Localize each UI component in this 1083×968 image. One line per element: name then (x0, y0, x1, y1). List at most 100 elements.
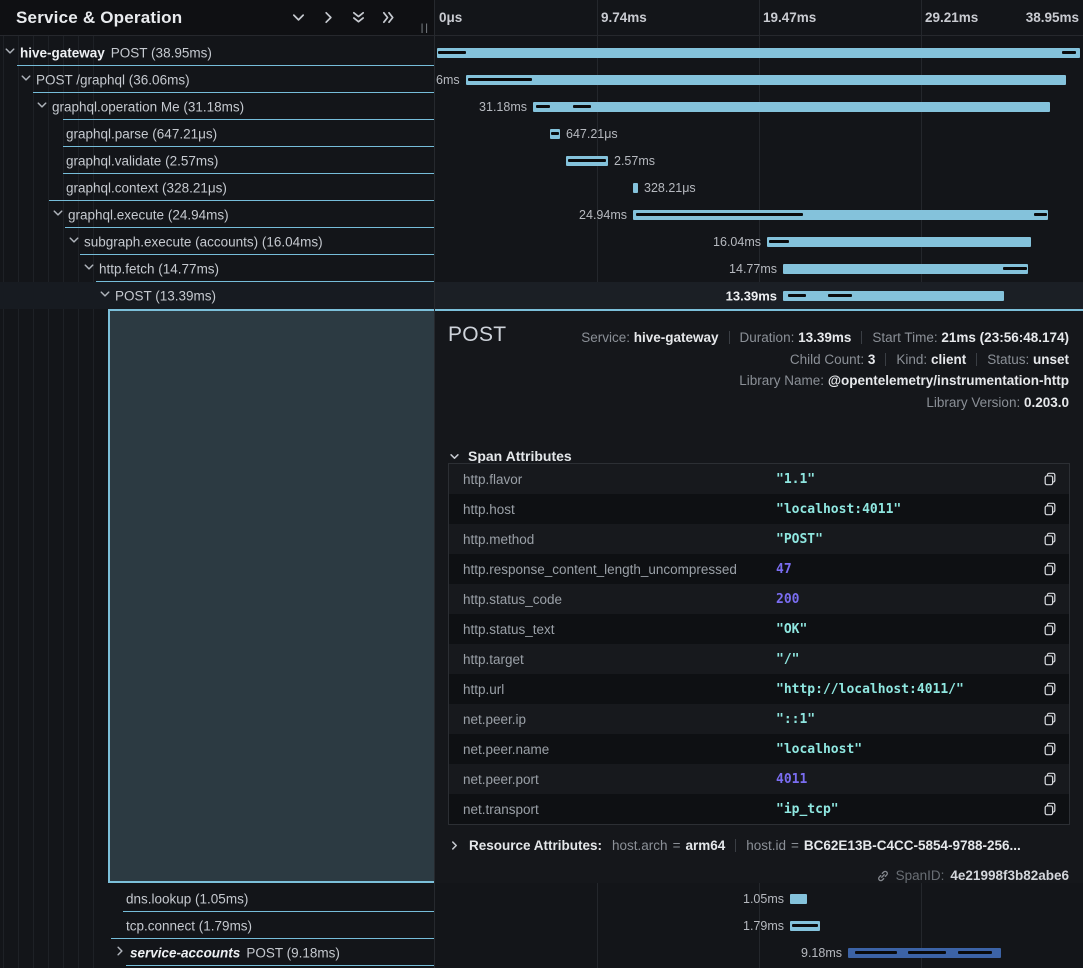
copy-icon (1043, 592, 1057, 607)
expand-one-icon[interactable] (321, 10, 336, 25)
tree-row[interactable]: graphql.operation Me (31.18ms) (0, 93, 434, 120)
copy-value-button[interactable] (1043, 802, 1057, 817)
chevron-down-icon[interactable] (36, 99, 48, 111)
copy-value-button[interactable] (1043, 712, 1057, 727)
tree-row-chevron[interactable] (83, 260, 95, 278)
attribute-row[interactable]: net.transport"ip_tcp" (449, 794, 1069, 824)
attribute-row[interactable]: http.target"/" (449, 644, 1069, 674)
span-bar[interactable] (566, 156, 608, 166)
ruler-tick-label: 29.21ms (925, 0, 978, 35)
tree-row-chevron[interactable] (99, 287, 111, 305)
attribute-row[interactable]: http.method"POST" (449, 524, 1069, 554)
span-bar[interactable] (437, 48, 1080, 58)
tree-row-label: tcp.connect (1.79ms) (126, 918, 252, 933)
tree-row-chevron[interactable] (20, 71, 32, 89)
child-span-marker (855, 951, 897, 954)
tree-row[interactable]: graphql.validate (2.57ms) (0, 147, 434, 174)
copy-icon (1043, 472, 1057, 487)
copy-value-button[interactable] (1043, 742, 1057, 757)
span-bar[interactable] (633, 210, 1048, 220)
copy-value-button[interactable] (1043, 592, 1057, 607)
chevron-down-icon (449, 451, 460, 462)
chevron-down-icon[interactable] (52, 207, 64, 219)
span-bar[interactable] (633, 183, 638, 193)
chevron-down-icon[interactable] (99, 288, 111, 300)
row-underline (126, 965, 434, 966)
column-resize-handle[interactable]: || (421, 23, 430, 34)
meta-label: Status: (987, 352, 1033, 367)
copy-value-button[interactable] (1043, 562, 1057, 577)
span-bar[interactable] (783, 264, 1028, 274)
tree-row[interactable]: http.fetch (14.77ms) (0, 255, 434, 282)
span-bar[interactable] (848, 948, 1001, 958)
span-bar[interactable] (466, 75, 1066, 85)
chevron-down-icon[interactable] (20, 72, 32, 84)
attribute-row[interactable]: http.status_code200 (449, 584, 1069, 614)
span-duration-label: 14.77ms (729, 262, 777, 276)
trace-viewer: Service & Operation || hive-gatewayPOST … (0, 0, 1083, 968)
chevron-down-icon[interactable] (83, 261, 95, 273)
span-bar-row: 328.21μs (435, 174, 1083, 201)
copy-value-button[interactable] (1043, 472, 1057, 487)
tree-row[interactable]: graphql.context (328.21μs) (0, 174, 434, 201)
detail-meta-line: Service: hive-gatewayDuration: 13.39msSt… (581, 327, 1069, 349)
copy-value-button[interactable] (1043, 772, 1057, 787)
span-duration-label: 13.39ms (726, 288, 777, 303)
ruler-tick-label: 19.47ms (763, 0, 816, 35)
attribute-row[interactable]: net.peer.port4011 (449, 764, 1069, 794)
span-bar[interactable] (790, 921, 820, 931)
tree-row-label: graphql.context (328.21μs) (66, 180, 227, 195)
span-bar[interactable] (790, 894, 807, 904)
resource-attributes-row[interactable]: Resource Attributes: host.arch=arm64host… (449, 838, 1021, 853)
meta-label: Duration: (740, 330, 799, 345)
tree-row-chevron[interactable] (68, 233, 80, 251)
service-name: service-accounts (130, 945, 240, 960)
attribute-row[interactable]: http.response_content_length_uncompresse… (449, 554, 1069, 584)
attribute-key: net.transport (449, 802, 776, 817)
tree-row-chevron[interactable] (36, 98, 48, 116)
attribute-row[interactable]: net.peer.name"localhost" (449, 734, 1069, 764)
copy-value-button[interactable] (1043, 622, 1057, 637)
tree-row-chevron[interactable] (52, 206, 64, 224)
child-span-marker (908, 951, 946, 954)
span-bar[interactable] (783, 291, 1004, 301)
tree-row[interactable]: hive-gatewayPOST (38.95ms) (0, 39, 434, 66)
attribute-row[interactable]: http.status_text"OK" (449, 614, 1069, 644)
tree-row-label: graphql.parse (647.21μs) (66, 126, 217, 141)
meta-label: Child Count: (790, 352, 868, 367)
span-bar[interactable] (767, 237, 1031, 247)
tree-row[interactable]: dns.lookup (1.05ms) (0, 885, 434, 912)
span-id-link[interactable]: SpanID: 4e21998f3b82abe6 (876, 868, 1069, 883)
tree-row[interactable]: subgraph.execute (accounts) (16.04ms) (0, 228, 434, 255)
child-span-marker (1034, 213, 1047, 216)
copy-value-button[interactable] (1043, 682, 1057, 697)
tree-row[interactable]: POST /graphql (36.06ms) (0, 66, 434, 93)
tree-row[interactable]: service-accountsPOST (9.18ms) (0, 939, 434, 966)
tree-row[interactable]: tcp.connect (1.79ms) (0, 912, 434, 939)
attribute-row[interactable]: net.peer.ip"::1" (449, 704, 1069, 734)
span-bar[interactable] (550, 129, 560, 139)
tree-row[interactable]: graphql.parse (647.21μs) (0, 120, 434, 147)
expand-all-icon[interactable] (381, 10, 396, 25)
span-attributes-header[interactable]: Span Attributes (449, 448, 572, 464)
column-divider[interactable] (434, 0, 435, 968)
operation-label: graphql.context (328.21μs) (66, 180, 227, 195)
tree-row[interactable]: graphql.execute (24.94ms) (0, 201, 434, 228)
span-bar[interactable] (533, 102, 1050, 112)
copy-value-button[interactable] (1043, 652, 1057, 667)
chevron-down-icon[interactable] (68, 234, 80, 246)
tree-row-chevron[interactable] (4, 44, 16, 62)
meta-label: Library Version: (926, 395, 1024, 410)
tree-row-chevron[interactable] (114, 944, 126, 962)
copy-value-button[interactable] (1043, 532, 1057, 547)
attribute-row[interactable]: http.host"localhost:4011" (449, 494, 1069, 524)
attribute-row[interactable]: http.url"http://localhost:4011/" (449, 674, 1069, 704)
collapse-one-icon[interactable] (291, 10, 306, 25)
tree-row[interactable]: POST (13.39ms) (0, 282, 434, 309)
copy-value-button[interactable] (1043, 502, 1057, 517)
attribute-row[interactable]: http.flavor"1.1" (449, 464, 1069, 494)
chevron-down-icon[interactable] (4, 45, 16, 57)
collapse-all-icon[interactable] (351, 10, 366, 25)
detail-meta-line: Library Version: 0.203.0 (581, 392, 1069, 414)
chevron-right-icon[interactable] (114, 945, 126, 957)
